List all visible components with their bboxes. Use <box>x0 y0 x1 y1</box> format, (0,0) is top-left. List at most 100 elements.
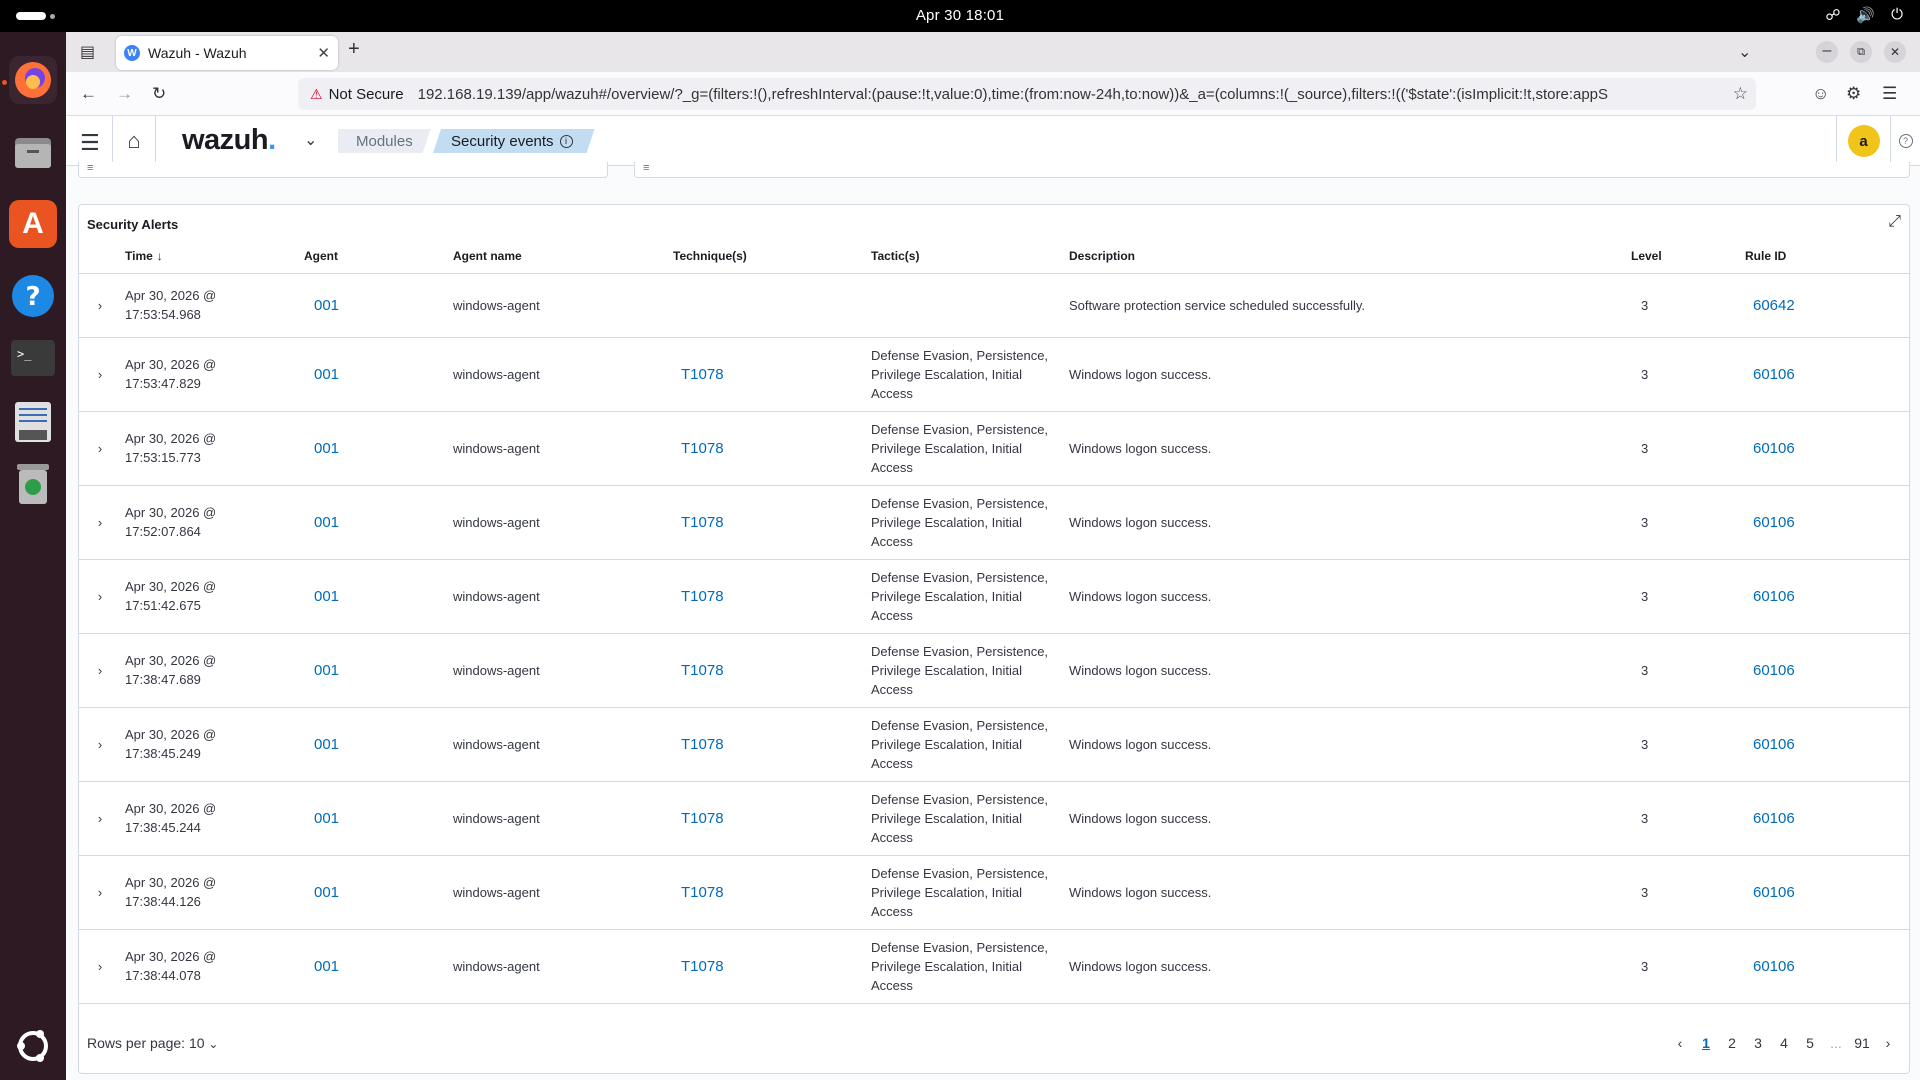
close-icon[interactable]: ✕ <box>317 44 330 62</box>
rule-id-link[interactable]: 60106 <box>1753 958 1795 975</box>
technique-link[interactable]: T1078 <box>681 958 724 975</box>
hamburger-icon[interactable]: ☰ <box>80 130 100 156</box>
rule-id-link[interactable]: 60106 <box>1753 514 1795 531</box>
rule-id-link[interactable]: 60106 <box>1753 884 1795 901</box>
page-link-2[interactable]: 2 <box>1719 1035 1745 1051</box>
technique-link[interactable]: T1078 <box>681 366 724 383</box>
row-expand-cell[interactable]: › <box>79 273 121 338</box>
row-expand-cell[interactable]: › <box>79 929 121 1004</box>
table-row[interactable]: › Apr 30, 2026 @ 17:53:15.773 001 windows-ag… <box>79 411 1909 486</box>
chevron-right-icon[interactable]: › <box>98 663 102 678</box>
chevron-right-icon[interactable]: › <box>98 811 102 826</box>
help-icon[interactable]: ? <box>9 272 57 320</box>
ubuntu-apps-icon[interactable] <box>9 1022 57 1070</box>
column-header-description[interactable]: Description <box>1065 239 1627 274</box>
row-expand-cell[interactable]: › <box>79 559 121 634</box>
column-header-tactics[interactable]: Tactic(s) <box>867 239 1065 274</box>
technique-link[interactable]: T1078 <box>681 810 724 827</box>
menu-icon[interactable]: ☰ <box>1882 84 1897 104</box>
breadcrumb-modules[interactable]: Modules <box>338 129 431 153</box>
restore-icon[interactable]: ⧉ <box>1850 41 1872 63</box>
row-expand-cell[interactable]: › <box>79 855 121 930</box>
chevron-right-icon[interactable]: › <box>98 737 102 752</box>
technique-link[interactable]: T1078 <box>681 440 724 457</box>
firefox-icon[interactable] <box>9 56 57 104</box>
column-header-agent-name[interactable]: Agent name <box>449 239 669 274</box>
agent-link[interactable]: 001 <box>314 884 339 901</box>
table-row[interactable]: › Apr 30, 2026 @ 17:38:47.689 001 windows-ag… <box>79 633 1909 708</box>
column-header-level[interactable]: Level <box>1627 239 1741 274</box>
terminal-icon[interactable]: >_ <box>9 334 57 382</box>
url-text[interactable]: 192.168.19.139/app/wazuh#/overview/?_g=(… <box>418 86 1608 103</box>
technique-link[interactable]: T1078 <box>681 588 724 605</box>
chevron-right-icon[interactable]: › <box>98 441 102 456</box>
avatar[interactable]: a <box>1847 125 1880 157</box>
rows-per-page-select[interactable]: Rows per page: 10 ⌄ <box>87 1035 218 1051</box>
table-row[interactable]: › Apr 30, 2026 @ 17:52:07.864 001 windows-ag… <box>79 485 1909 560</box>
page-link-3[interactable]: 3 <box>1745 1035 1771 1051</box>
chevron-right-icon[interactable]: › <box>98 959 102 974</box>
column-header-time[interactable]: Time ↓ <box>121 239 304 274</box>
agent-link[interactable]: 001 <box>314 958 339 975</box>
row-expand-cell[interactable]: › <box>79 485 121 560</box>
row-expand-cell[interactable]: › <box>79 781 121 856</box>
agent-link[interactable]: 001 <box>314 514 339 531</box>
window-close-icon[interactable]: ✕ <box>1884 41 1906 63</box>
chevron-left-icon[interactable]: ‹ <box>1667 1035 1693 1051</box>
row-expand-cell[interactable]: › <box>79 707 121 782</box>
help-menu[interactable]: ? <box>1890 116 1920 166</box>
rule-id-link[interactable]: 60106 <box>1753 366 1795 383</box>
chevron-right-icon[interactable]: › <box>98 589 102 604</box>
chevron-right-icon[interactable]: › <box>1875 1035 1901 1051</box>
reload-icon[interactable]: ↻ <box>152 84 166 104</box>
sort-down-icon[interactable]: ↓ <box>157 249 163 263</box>
text-editor-icon[interactable] <box>9 398 57 446</box>
chevron-right-icon[interactable]: › <box>98 885 102 900</box>
agent-link[interactable]: 001 <box>314 588 339 605</box>
app-center-icon[interactable]: A <box>9 200 57 248</box>
trash-icon[interactable] <box>9 460 57 508</box>
row-expand-cell[interactable]: › <box>79 633 121 708</box>
shield-icon[interactable]: ⚠ <box>310 86 323 103</box>
user-menu[interactable]: a <box>1836 116 1890 166</box>
list-icon[interactable]: ≡ <box>643 162 649 174</box>
forward-icon[interactable]: → <box>116 84 133 104</box>
rule-id-link[interactable]: 60106 <box>1753 662 1795 679</box>
browser-tab[interactable]: W Wazuh - Wazuh ✕ <box>116 36 338 70</box>
system-clock[interactable]: Apr 30 18:01 <box>0 7 1920 24</box>
new-tab-icon[interactable]: + <box>348 38 360 61</box>
help-icon[interactable]: ? <box>1898 134 1913 148</box>
technique-link[interactable]: T1078 <box>681 514 724 531</box>
column-header-rule-id[interactable]: Rule ID <box>1741 239 1909 274</box>
expand-icon[interactable]: ⤢ <box>1888 213 1901 231</box>
rule-id-link[interactable]: 60642 <box>1753 297 1795 314</box>
table-row[interactable]: › Apr 30, 2026 @ 17:53:47.829 001 windows-ag… <box>79 337 1909 412</box>
row-expand-cell[interactable]: › <box>79 411 121 486</box>
agent-link[interactable]: 001 <box>314 366 339 383</box>
wazuh-logo[interactable]: wazuh. <box>182 124 276 157</box>
tab-overview-icon[interactable]: ▤ <box>80 42 95 62</box>
rule-id-link[interactable]: 60106 <box>1753 736 1795 753</box>
table-row[interactable]: › Apr 30, 2026 @ 17:53:54.968 001 windows-ag… <box>79 273 1909 338</box>
column-header-agent[interactable]: Agent <box>304 239 449 274</box>
tab-list-icon[interactable]: ⌄ <box>1738 42 1751 62</box>
account-icon[interactable]: ☺ <box>1812 84 1829 104</box>
agent-link[interactable]: 001 <box>314 662 339 679</box>
column-header-techniques[interactable]: Technique(s) <box>669 239 867 274</box>
table-row[interactable]: › Apr 30, 2026 @ 17:38:44.078 001 windows-ag… <box>79 929 1909 1004</box>
table-row[interactable]: › Apr 30, 2026 @ 17:38:44.126 001 windows-ag… <box>79 855 1909 930</box>
extensions-icon[interactable]: ⚙ <box>1846 84 1861 104</box>
page-link-1[interactable]: 1 <box>1693 1035 1719 1051</box>
home-icon[interactable]: ⌂ <box>112 116 156 166</box>
minimize-icon[interactable]: – <box>1816 41 1838 63</box>
chevron-right-icon[interactable]: › <box>98 515 102 530</box>
agent-link[interactable]: 001 <box>314 810 339 827</box>
agent-link[interactable]: 001 <box>314 736 339 753</box>
chevron-right-icon[interactable]: › <box>98 367 102 382</box>
list-icon[interactable]: ≡ <box>87 162 93 174</box>
table-row[interactable]: › Apr 30, 2026 @ 17:51:42.675 001 windows-ag… <box>79 559 1909 634</box>
page-link-4[interactable]: 4 <box>1771 1035 1797 1051</box>
table-row[interactable]: › Apr 30, 2026 @ 17:38:45.244 001 windows-ag… <box>79 781 1909 856</box>
info-icon[interactable]: i <box>560 135 573 148</box>
chevron-right-icon[interactable]: › <box>98 298 102 313</box>
